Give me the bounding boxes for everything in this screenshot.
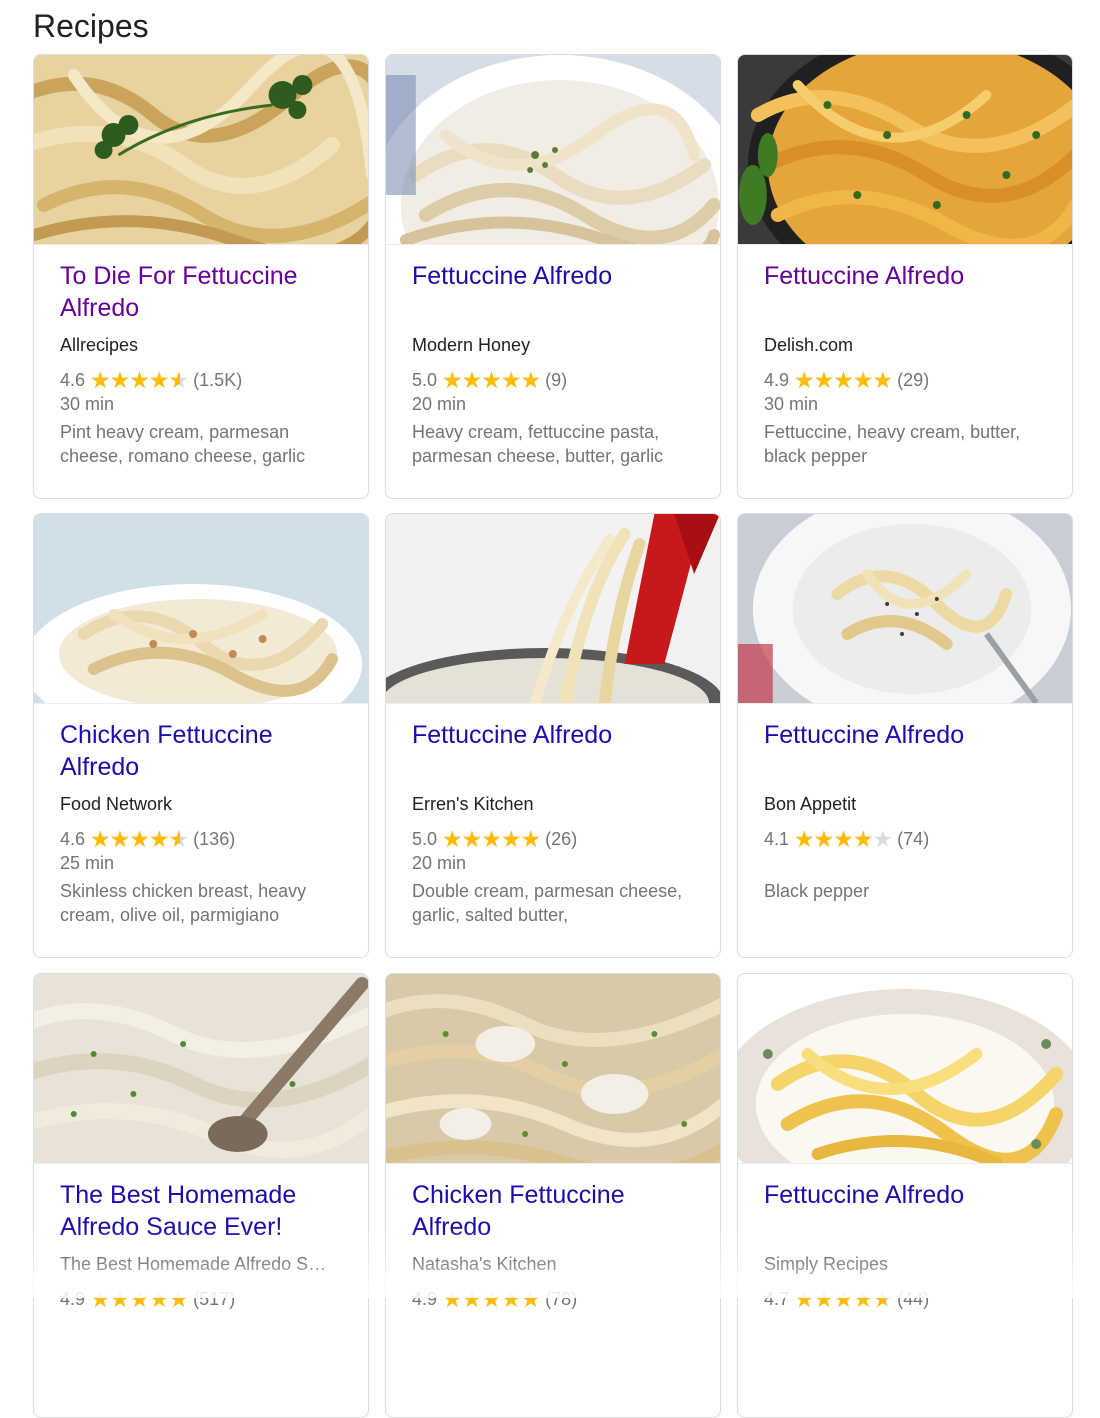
ingredients: Skinless chicken breast, heavy cream, ol… bbox=[60, 881, 307, 925]
recipe-source: Simply Recipes bbox=[764, 1254, 889, 1274]
cook-time bbox=[60, 1311, 350, 1335]
recipe-source: Allrecipes bbox=[60, 335, 139, 355]
rating-row: 5.0 ★★★★★ ★★★★★ (9) bbox=[412, 368, 702, 392]
review-count: (26) bbox=[545, 829, 578, 849]
recipe-image[interactable] bbox=[386, 55, 720, 245]
review-count: (44) bbox=[897, 1289, 930, 1309]
recipe-title-link[interactable]: The Best Homemade Alfredo Sauce Ever! bbox=[60, 1179, 350, 1243]
recipe-grid: To Die For Fettuccine Alfredo Allrecipes… bbox=[33, 54, 1076, 1418]
recipe-card[interactable]: The Best Homemade Alfredo Sauce Ever! Th… bbox=[33, 973, 369, 1418]
recipe-title-link[interactable]: Fettuccine Alfredo bbox=[412, 260, 702, 324]
review-count: (136) bbox=[193, 829, 236, 849]
ingredients: Fettuccine, heavy cream, butter, black p… bbox=[764, 422, 1021, 466]
recipe-image[interactable] bbox=[738, 55, 1072, 245]
star-rating-icon: ★★★★★★★★★★ bbox=[442, 1286, 541, 1312]
rating-row: 4.7 ★★★★★ ★★★★★ (44) bbox=[764, 1287, 1054, 1311]
rating-row: 4.9 ★★★★★ ★★★★★ (29) bbox=[764, 368, 1054, 392]
recipe-title-link[interactable]: Chicken Fettuccine Alfredo bbox=[412, 1179, 702, 1243]
ingredients: Heavy cream, fettuccine pasta, parmesan … bbox=[412, 422, 664, 466]
recipe-image[interactable] bbox=[738, 514, 1072, 704]
recipe-card[interactable]: Fettuccine Alfredo Delish.com 4.9 ★★★★★ ★… bbox=[737, 54, 1073, 499]
recipe-image[interactable] bbox=[738, 974, 1072, 1164]
cook-time: 20 min bbox=[412, 394, 467, 414]
rating-value: 4.9 bbox=[412, 1289, 438, 1309]
cook-time bbox=[412, 1311, 702, 1335]
rating-value: 4.6 bbox=[60, 370, 86, 390]
recipe-card[interactable]: Chicken Fettuccine Alfredo Natasha's Kit… bbox=[385, 973, 721, 1418]
recipe-source: Bon Appetit bbox=[764, 794, 857, 814]
ingredients: Black pepper bbox=[764, 881, 870, 901]
star-rating-icon: ★★★★★★★★★★ bbox=[794, 1286, 893, 1312]
recipe-source: The Best Homemade Alfredo S… bbox=[60, 1254, 327, 1274]
recipe-card[interactable]: To Die For Fettuccine Alfredo Allrecipes… bbox=[33, 54, 369, 499]
cook-time: 30 min bbox=[60, 394, 115, 414]
section-title: Recipes bbox=[33, 8, 149, 44]
recipe-source: Food Network bbox=[60, 794, 173, 814]
cook-time: 25 min bbox=[60, 853, 115, 873]
recipe-card[interactable]: Fettuccine Alfredo Erren's Kitchen 5.0 ★… bbox=[385, 513, 721, 958]
rating-row: 4.9 ★★★★★ ★★★★★ (78) bbox=[412, 1287, 702, 1311]
recipe-image[interactable] bbox=[34, 514, 368, 704]
rating-value: 4.9 bbox=[60, 1289, 86, 1309]
star-rating-icon: ★★★★★★★★★★ bbox=[442, 367, 541, 393]
cook-time: 20 min bbox=[412, 853, 467, 873]
review-count: (78) bbox=[545, 1289, 578, 1309]
rating-value: 5.0 bbox=[412, 829, 438, 849]
review-count: (1.5K) bbox=[193, 370, 243, 390]
recipe-image[interactable] bbox=[34, 974, 368, 1164]
recipe-title-link[interactable]: Fettuccine Alfredo bbox=[764, 260, 1054, 324]
star-rating-icon: ★★★★★★★★★★ bbox=[794, 826, 893, 852]
cook-time bbox=[764, 1311, 1054, 1335]
cook-time: 30 min bbox=[764, 394, 819, 414]
recipe-card[interactable]: Fettuccine Alfredo Modern Honey 5.0 ★★★★… bbox=[385, 54, 721, 499]
rating-row: 4.1 ★★★★★★★★★★ (74) bbox=[764, 827, 1054, 851]
ingredients bbox=[764, 1339, 1054, 1387]
recipe-source: Delish.com bbox=[764, 335, 854, 355]
ingredients: Double cream, parmesan cheese, garlic, s… bbox=[412, 881, 683, 925]
recipe-title-link[interactable]: Fettuccine Alfredo bbox=[764, 1179, 1054, 1243]
cook-time bbox=[764, 851, 1054, 875]
ingredients bbox=[60, 1339, 350, 1387]
star-rating-icon: ★★★★★★★★★★ bbox=[90, 1286, 189, 1312]
rating-value: 4.6 bbox=[60, 829, 86, 849]
recipe-card[interactable]: Fettuccine Alfredo Bon Appetit 4.1 ★★★★★… bbox=[737, 513, 1073, 958]
ingredients: Pint heavy cream, parmesan cheese, roman… bbox=[60, 422, 306, 466]
review-count: (517) bbox=[193, 1289, 236, 1309]
recipe-image[interactable] bbox=[386, 974, 720, 1164]
recipe-card[interactable]: Fettuccine Alfredo Simply Recipes 4.7 ★★… bbox=[737, 973, 1073, 1418]
rating-row: 5.0 ★★★★★ ★★★★★ (26) bbox=[412, 827, 702, 851]
recipe-source: Modern Honey bbox=[412, 335, 531, 355]
rating-value: 4.7 bbox=[764, 1289, 790, 1309]
recipe-title-link[interactable]: To Die For Fettuccine Alfredo bbox=[60, 260, 350, 324]
star-rating-icon: ★★★★★★★★★★ bbox=[90, 367, 189, 393]
rating-row: 4.6 ★★★★★ ★★★★★ (136) bbox=[60, 827, 350, 851]
rating-value: 5.0 bbox=[412, 370, 438, 390]
recipe-source: Erren's Kitchen bbox=[412, 794, 534, 814]
recipe-image[interactable] bbox=[386, 514, 720, 704]
rating-value: 4.1 bbox=[764, 829, 790, 849]
rating-row: 4.6 ★★★★★ ★★★★★ (1.5K) bbox=[60, 368, 350, 392]
recipe-source: Natasha's Kitchen bbox=[412, 1254, 557, 1274]
recipe-title-link[interactable]: Chicken Fettuccine Alfredo bbox=[60, 719, 350, 783]
recipe-image[interactable] bbox=[34, 55, 368, 245]
star-rating-icon: ★★★★★★★★★★ bbox=[90, 826, 189, 852]
review-count: (74) bbox=[897, 829, 930, 849]
ingredients bbox=[412, 1339, 702, 1387]
rating-value: 4.9 bbox=[764, 370, 790, 390]
star-rating-icon: ★★★★★★★★★★ bbox=[442, 826, 541, 852]
rating-row: 4.9 ★★★★★ ★★★★★ (517) bbox=[60, 1287, 350, 1311]
star-rating-icon: ★★★★★★★★★★ bbox=[794, 367, 893, 393]
recipe-card[interactable]: Chicken Fettuccine Alfredo Food Network … bbox=[33, 513, 369, 958]
review-count: (29) bbox=[897, 370, 930, 390]
review-count: (9) bbox=[545, 370, 568, 390]
recipe-title-link[interactable]: Fettuccine Alfredo bbox=[764, 719, 1054, 783]
recipe-title-link[interactable]: Fettuccine Alfredo bbox=[412, 719, 702, 783]
